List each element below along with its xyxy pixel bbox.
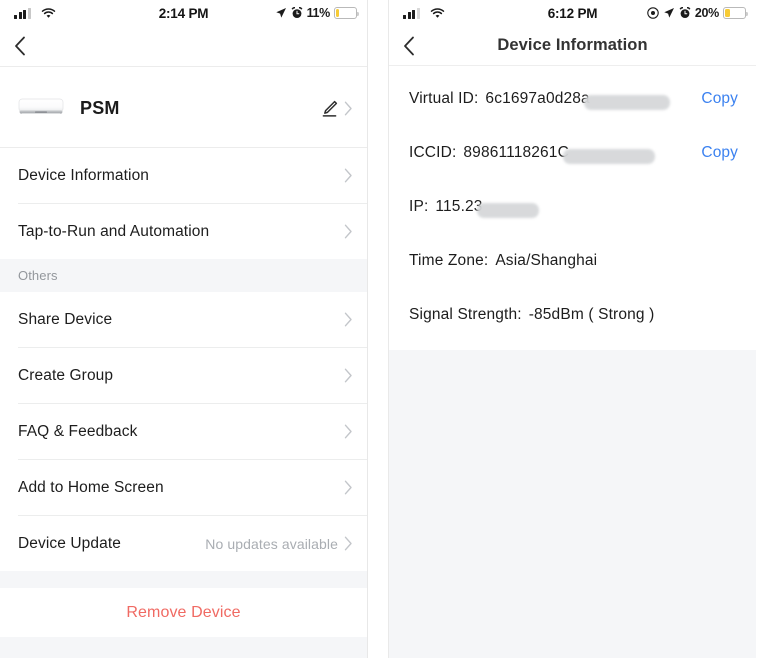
device-name: PSM	[80, 97, 120, 118]
page-title: Device Information	[497, 36, 648, 54]
battery-icon	[334, 7, 360, 19]
redaction-blur	[476, 202, 539, 218]
device-header-card: PSM	[0, 67, 367, 147]
right-nav-bar: Device Information	[389, 26, 756, 66]
chevron-left-icon[interactable]	[403, 33, 421, 59]
status-right-group: 20%	[647, 6, 749, 20]
menu-item-label: Device Update	[18, 534, 121, 552]
location-arrow-icon	[663, 7, 675, 19]
info-key: ICCID:	[409, 144, 457, 161]
battery-icon	[723, 7, 749, 19]
chevron-right-icon	[344, 424, 353, 439]
focus-target-icon	[647, 7, 659, 19]
battery-percent: 20%	[694, 6, 719, 20]
chevron-right-icon	[344, 480, 353, 495]
info-key: Time Zone:	[409, 252, 489, 269]
left-phone-screen: 2:14 PM 11% PSM Device Information Tap-t…	[0, 0, 368, 658]
device-header-row[interactable]: PSM	[0, 81, 367, 135]
menu-item-label: Tap-to-Run and Automation	[18, 222, 210, 240]
status-right-group: 11%	[275, 6, 360, 20]
pencil-icon[interactable]	[320, 99, 339, 118]
info-value: Asia/Shanghai	[495, 252, 598, 269]
battery-percent: 11%	[306, 6, 331, 20]
chevron-right-icon	[344, 368, 353, 383]
info-value: 89861118261C	[463, 144, 569, 161]
info-value: 6c1697a0d28a	[485, 90, 590, 107]
section-header-label: Others	[18, 268, 58, 283]
menu-item-label: Create Group	[18, 366, 114, 384]
chevron-right-icon	[344, 168, 353, 183]
redaction-blur	[583, 94, 670, 110]
chevron-right-icon	[344, 101, 353, 116]
left-status-bar: 2:14 PM 11%	[0, 0, 367, 26]
menu-item-faq-and-feedback[interactable]: FAQ & Feedback	[0, 404, 367, 459]
chevron-right-icon	[344, 536, 353, 551]
info-text: Virtual ID: 6c1697a0d28a	[409, 90, 670, 110]
device-update-status: No updates available	[205, 535, 338, 552]
menu-item-label: Device Information	[18, 166, 150, 184]
device-information-card: Virtual ID: 6c1697a0d28a Copy ICCID: 898…	[389, 66, 756, 350]
dual-screenshot-container: 2:14 PM 11% PSM Device Information Tap-t…	[0, 0, 757, 658]
signal-bars-icon	[14, 7, 31, 19]
info-text: ICCID: 89861118261C	[409, 144, 655, 164]
status-left-group	[14, 7, 56, 19]
primary-menu-list: Device Information Tap-to-Run and Automa…	[0, 148, 367, 259]
redaction-blur	[562, 148, 655, 164]
info-text: Signal Strength: -85dBm ( Strong )	[409, 306, 654, 324]
menu-item-tap-to-run-and-automation[interactable]: Tap-to-Run and Automation	[0, 204, 367, 259]
location-arrow-icon	[275, 7, 287, 19]
wifi-icon	[430, 7, 445, 19]
info-row-virtual-id: Virtual ID: 6c1697a0d28a Copy	[389, 72, 756, 126]
alarm-clock-icon	[291, 7, 303, 19]
wifi-icon	[41, 7, 56, 19]
chevron-left-icon[interactable]	[14, 33, 32, 59]
info-key: Signal Strength:	[409, 306, 522, 323]
info-key: Virtual ID:	[409, 90, 479, 107]
menu-item-label: FAQ & Feedback	[18, 422, 138, 440]
info-row-time-zone: Time Zone: Asia/Shanghai	[389, 234, 756, 288]
others-menu-list: Share Device Create Group FAQ & Feedback…	[0, 292, 367, 571]
menu-item-create-group[interactable]: Create Group	[0, 348, 367, 403]
signal-bars-icon	[403, 7, 420, 19]
list-gap	[0, 571, 367, 588]
menu-item-share-device[interactable]: Share Device	[0, 292, 367, 347]
info-key: IP:	[409, 198, 429, 215]
remove-device-label: Remove Device	[126, 603, 241, 621]
chevron-right-icon	[344, 312, 353, 327]
alarm-clock-icon	[679, 7, 691, 19]
right-status-bar: 6:12 PM 20%	[389, 0, 756, 26]
info-text: IP: 115.23	[409, 198, 539, 218]
left-nav-bar	[0, 26, 367, 66]
chevron-right-icon	[344, 224, 353, 239]
menu-item-label: Share Device	[18, 310, 113, 328]
copy-iccid-button[interactable]: Copy	[701, 144, 738, 162]
section-header-others: Others	[0, 259, 367, 292]
menu-item-device-update[interactable]: Device Update No updates available	[0, 516, 367, 571]
menu-item-add-to-home-screen[interactable]: Add to Home Screen	[0, 460, 367, 515]
device-header-actions	[320, 99, 353, 118]
info-row-signal-strength: Signal Strength: -85dBm ( Strong )	[389, 288, 756, 342]
info-row-ip: IP: 115.23	[389, 180, 756, 234]
info-value: -85dBm ( Strong )	[528, 306, 655, 323]
menu-item-label: Add to Home Screen	[18, 478, 164, 496]
info-text: Time Zone: Asia/Shanghai	[409, 252, 597, 270]
copy-virtual-id-button[interactable]: Copy	[701, 90, 738, 108]
menu-item-device-information[interactable]: Device Information	[0, 148, 367, 203]
info-row-iccid: ICCID: 89861118261C Copy	[389, 126, 756, 180]
status-left-group	[403, 7, 445, 19]
info-value: 115.23	[435, 198, 483, 215]
remove-device-button[interactable]: Remove Device	[0, 588, 367, 637]
right-phone-screen: 6:12 PM 20% Device Information Virtual I…	[388, 0, 756, 658]
air-conditioner-icon	[18, 95, 64, 121]
screen-separator	[368, 0, 388, 658]
